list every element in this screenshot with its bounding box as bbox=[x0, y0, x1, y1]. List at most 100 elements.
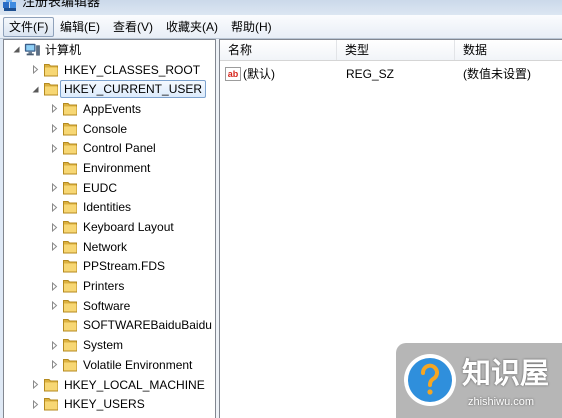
folder-icon bbox=[62, 140, 78, 156]
folder-icon bbox=[62, 121, 78, 137]
folder-icon bbox=[43, 396, 59, 412]
tree-item-label[interactable]: Console bbox=[79, 120, 131, 138]
window-title: 注册表编辑器 bbox=[22, 0, 101, 9]
tree-item-label[interactable]: System bbox=[79, 336, 127, 354]
folder-icon bbox=[62, 101, 78, 117]
expand-triangle-icon[interactable] bbox=[48, 103, 60, 115]
menu-edit[interactable]: 编辑(E) bbox=[54, 17, 106, 37]
tree-arrow-spacer bbox=[48, 162, 60, 174]
tree-item-appevents[interactable]: AppEvents bbox=[4, 99, 215, 119]
column-header-type[interactable]: 类型 bbox=[337, 40, 455, 60]
tree-item-hkey-current-user[interactable]: HKEY_CURRENT_USER bbox=[4, 79, 215, 99]
tree-item-software[interactable]: Software bbox=[4, 296, 215, 316]
tree-item-label[interactable]: Identities bbox=[79, 198, 135, 216]
tree-item-label[interactable]: EUDC bbox=[79, 179, 121, 197]
expand-triangle-icon[interactable] bbox=[48, 280, 60, 292]
tree-item-environment[interactable]: Environment bbox=[4, 158, 215, 178]
expand-triangle-icon[interactable] bbox=[48, 241, 60, 253]
tree-item-softwarebaidubaidu[interactable]: SOFTWAREBaiduBaidu bbox=[4, 316, 215, 336]
list-header: 名称 类型 数据 bbox=[220, 40, 562, 61]
folder-icon bbox=[62, 317, 78, 333]
tree-arrow-spacer bbox=[48, 260, 60, 272]
tree-item-label[interactable]: PPStream.FDS bbox=[79, 257, 169, 275]
tree-item-console[interactable]: Console bbox=[4, 119, 215, 139]
tree-item-keyboard-layout[interactable]: Keyboard Layout bbox=[4, 217, 215, 237]
tree-item-system[interactable]: System bbox=[4, 335, 215, 355]
menu-favorites[interactable]: 收藏夹(A) bbox=[160, 17, 224, 37]
string-value-icon: ab bbox=[225, 67, 241, 81]
tree-item-label[interactable]: Software bbox=[79, 297, 134, 315]
computer-icon bbox=[24, 42, 40, 58]
tree-item-identities[interactable]: Identities bbox=[4, 198, 215, 218]
tree-item-label[interactable]: Environment bbox=[79, 159, 154, 177]
folder-icon bbox=[62, 278, 78, 294]
expand-triangle-icon[interactable] bbox=[48, 221, 60, 233]
folder-icon bbox=[62, 239, 78, 255]
list-item[interactable]: ab (默认) REG_SZ (数值未设置) bbox=[220, 64, 562, 84]
watermark-name: 知识屋 bbox=[462, 358, 550, 390]
folder-icon bbox=[43, 81, 59, 97]
collapse-triangle-icon[interactable] bbox=[29, 83, 41, 95]
tree-item-label[interactable]: Network bbox=[79, 238, 131, 256]
watermark-url: zhishiwu.com bbox=[468, 396, 535, 408]
expand-triangle-icon[interactable] bbox=[48, 359, 60, 371]
tree-item-label[interactable]: SOFTWAREBaiduBaidu bbox=[79, 316, 215, 334]
folder-icon bbox=[62, 357, 78, 373]
tree-item-hkey-classes-root[interactable]: HKEY_CLASSES_ROOT bbox=[4, 60, 215, 80]
folder-icon bbox=[62, 160, 78, 176]
expand-triangle-icon[interactable] bbox=[29, 398, 41, 410]
column-header-data[interactable]: 数据 bbox=[455, 40, 562, 60]
column-header-name[interactable]: 名称 bbox=[220, 40, 337, 60]
expand-triangle-icon[interactable] bbox=[48, 123, 60, 135]
value-name: (默认) bbox=[243, 67, 275, 81]
tree-item-label[interactable]: 计算机 bbox=[41, 41, 85, 59]
expand-triangle-icon[interactable] bbox=[48, 182, 60, 194]
value-data: (数值未设置) bbox=[463, 67, 531, 81]
value-name-cell: ab (默认) bbox=[220, 64, 337, 84]
tree-item-eudc[interactable]: EUDC bbox=[4, 178, 215, 198]
tree-item-label[interactable]: HKEY_USERS bbox=[60, 395, 149, 413]
watermark: 知识屋 zhishiwu.com bbox=[396, 343, 562, 418]
tree-item-ppstream-fds[interactable]: PPStream.FDS bbox=[4, 257, 215, 277]
tree-item-label[interactable]: Printers bbox=[79, 277, 128, 295]
tree-item-label[interactable]: HKEY_CURRENT_USER bbox=[60, 80, 207, 99]
tree-item-printers[interactable]: Printers bbox=[4, 276, 215, 296]
expand-triangle-icon[interactable] bbox=[29, 379, 41, 391]
tree-item-control-panel[interactable]: Control Panel bbox=[4, 138, 215, 158]
expand-triangle-icon[interactable] bbox=[48, 142, 60, 154]
folder-icon bbox=[43, 62, 59, 78]
tree-arrow-spacer bbox=[48, 319, 60, 331]
registry-tree-pane: 计算机 HKEY_CLASSES_ROOT HKEY_CURRENT_USER App… bbox=[3, 39, 216, 418]
expand-triangle-icon[interactable] bbox=[48, 339, 60, 351]
tree-item-label[interactable]: AppEvents bbox=[79, 100, 145, 118]
folder-icon bbox=[62, 180, 78, 196]
question-mark-logo-icon bbox=[402, 352, 458, 408]
folder-icon bbox=[62, 219, 78, 235]
folder-icon bbox=[62, 258, 78, 274]
tree-item-label[interactable]: Control Panel bbox=[79, 139, 160, 157]
expand-triangle-icon[interactable] bbox=[48, 201, 60, 213]
title-bar: 注册表编辑器 bbox=[0, 0, 562, 15]
tree-item-label[interactable]: Volatile Environment bbox=[79, 356, 196, 374]
expand-triangle-icon[interactable] bbox=[48, 300, 60, 312]
menu-view[interactable]: 查看(V) bbox=[107, 17, 159, 37]
tree-item-volatile-environment[interactable]: Volatile Environment bbox=[4, 355, 215, 375]
menu-file[interactable]: 文件(F) bbox=[3, 17, 55, 37]
tree-item-label[interactable]: HKEY_CLASSES_ROOT bbox=[60, 61, 204, 79]
collapse-triangle-icon[interactable] bbox=[10, 44, 22, 56]
expand-triangle-icon[interactable] bbox=[29, 64, 41, 76]
folder-icon bbox=[62, 337, 78, 353]
value-type: REG_SZ bbox=[346, 67, 395, 81]
tree-item-network[interactable]: Network bbox=[4, 237, 215, 257]
folder-icon bbox=[62, 199, 78, 215]
tree-item-hkey-users[interactable]: HKEY_USERS bbox=[4, 394, 215, 414]
registry-editor-icon bbox=[2, 0, 18, 12]
folder-icon bbox=[43, 377, 59, 393]
tree-item-label[interactable]: HKEY_LOCAL_MACHINE bbox=[60, 376, 209, 394]
folder-icon bbox=[62, 298, 78, 314]
tree-item-hkey-local-machine[interactable]: HKEY_LOCAL_MACHINE bbox=[4, 375, 215, 395]
menu-bar: 文件(F) 编辑(E) 查看(V) 收藏夹(A) 帮助(H) bbox=[0, 15, 562, 39]
menu-help[interactable]: 帮助(H) bbox=[225, 17, 278, 37]
tree-item-computer[interactable]: 计算机 bbox=[4, 40, 215, 60]
tree-item-label[interactable]: Keyboard Layout bbox=[79, 218, 178, 236]
